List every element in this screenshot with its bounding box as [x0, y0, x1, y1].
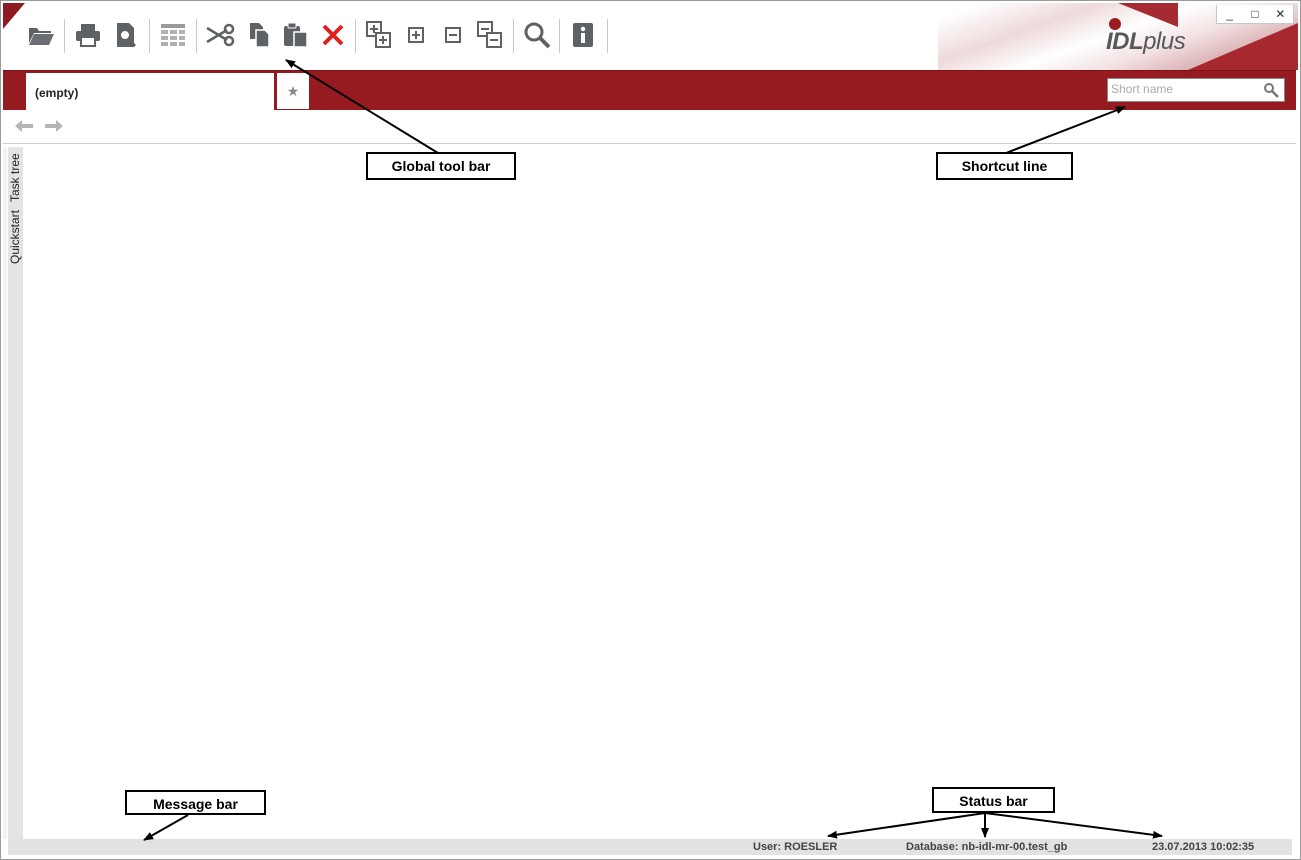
navigation-row	[3, 111, 1296, 144]
side-tab-task-tree[interactable]: Task tree	[8, 151, 23, 205]
maximize-button[interactable]: □	[1245, 5, 1265, 23]
status-datetime: 23.07.2013 10:02:35	[1152, 841, 1255, 853]
expand-all-icon[interactable]	[363, 19, 395, 51]
paste-icon[interactable]	[280, 19, 312, 51]
tab-label: (empty)	[35, 86, 79, 100]
toolbar-separator	[607, 19, 608, 53]
callout-shortcut-line: Shortcut line	[936, 152, 1073, 180]
status-user: User: ROESLER	[753, 841, 838, 853]
expand-icon[interactable]	[400, 19, 432, 51]
copy-icon[interactable]	[243, 19, 275, 51]
delete-icon[interactable]	[317, 19, 349, 51]
logo-text: IDLplus	[1106, 28, 1186, 55]
search-icon[interactable]	[1263, 82, 1279, 98]
toolbar-separator	[355, 19, 356, 53]
collapse-icon[interactable]	[437, 19, 469, 51]
cut-icon[interactable]	[204, 19, 236, 51]
app-window: IDLplus _ □ ✕ (empty) ★ Quickstart	[0, 0, 1301, 860]
tab-bar: (empty) ★	[3, 70, 1296, 111]
status-bar: User: ROESLER Database: nb-idl-mr-00.tes…	[8, 839, 1292, 855]
left-border	[3, 147, 7, 839]
collapse-all-icon[interactable]	[474, 19, 506, 51]
table-icon[interactable]	[157, 19, 189, 51]
callout-status-bar: Status bar	[932, 787, 1055, 813]
minimize-button[interactable]: _	[1220, 5, 1240, 23]
window-controls: _ □ ✕	[1216, 5, 1294, 24]
toolbar-separator	[513, 19, 514, 53]
favorites-button[interactable]: ★	[275, 73, 309, 109]
star-icon: ★	[286, 82, 300, 99]
status-database: Database: nb-idl-mr-00.test_gb	[906, 841, 1068, 853]
print-preview-icon[interactable]	[110, 19, 142, 51]
idlplus-logo: IDLplus	[1106, 17, 1206, 57]
forward-arrow-icon[interactable]	[43, 119, 65, 135]
global-toolbar: IDLplus _ □ ✕	[3, 3, 1298, 70]
folder-open-icon[interactable]	[25, 19, 57, 51]
shortcut-input[interactable]	[1111, 81, 1257, 97]
callout-global-toolbar: Global tool bar	[366, 152, 516, 180]
side-tab-quickstart[interactable]: Quickstart	[8, 205, 23, 269]
toolbar-separator	[149, 19, 150, 53]
toolbar-separator	[559, 19, 560, 53]
shortcut-line	[1107, 78, 1285, 102]
toolbar-separator	[64, 19, 65, 53]
search-icon[interactable]	[521, 19, 553, 51]
info-icon[interactable]	[567, 19, 599, 51]
print-icon[interactable]	[72, 19, 104, 51]
toolbar-separator	[196, 19, 197, 53]
tab-empty[interactable]: (empty)	[26, 73, 274, 111]
callout-message-bar: Message bar	[125, 790, 266, 815]
side-panel: Quickstart Task tree	[8, 147, 23, 839]
main-content-area	[24, 147, 1294, 839]
close-button[interactable]: ✕	[1270, 5, 1290, 23]
corner-decoration	[3, 3, 25, 29]
back-arrow-icon[interactable]	[13, 119, 35, 135]
